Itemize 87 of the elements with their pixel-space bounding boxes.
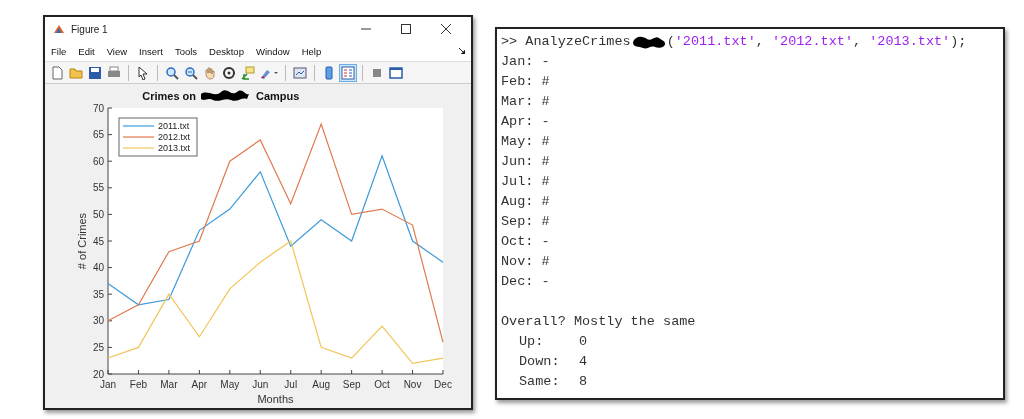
tick-label: 50 — [92, 208, 104, 220]
command-name: AnalyzeCrimes — [525, 33, 631, 51]
output-line: May: # — [501, 133, 550, 151]
count-label: Same: — [519, 373, 561, 391]
punctuation: ); — [950, 33, 967, 51]
folder-icon[interactable] — [69, 65, 83, 80]
menu-item[interactable]: Window — [255, 45, 290, 57]
punctuation: , — [853, 33, 863, 51]
punctuation: , — [755, 33, 765, 51]
legend-label: 2013.txt — [158, 143, 191, 153]
pointer-icon[interactable] — [136, 65, 150, 80]
output-line: Oct: - — [501, 233, 550, 251]
output-line: Nov: # — [501, 253, 550, 271]
tick-label: Sep — [342, 379, 361, 390]
tick-label: 65 — [92, 129, 104, 141]
tick-label: Oct — [374, 379, 390, 390]
close-icon[interactable] — [441, 24, 451, 35]
output-line: Overall? Mostly the same — [501, 313, 696, 331]
zoom-in-icon[interactable] — [165, 65, 179, 80]
count-label: Down: — [519, 353, 561, 371]
tick-label: Jul — [284, 379, 298, 390]
axis-label: # of Crimes — [76, 212, 88, 270]
link-plot-icon[interactable] — [293, 65, 307, 80]
tick-label: May — [220, 379, 240, 390]
prompt: >> — [501, 33, 519, 51]
menu-item[interactable]: File — [51, 45, 67, 57]
output-line: Jan: - — [501, 53, 550, 71]
menu-item[interactable]: Help — [301, 45, 322, 57]
legend-icon[interactable] — [341, 65, 355, 80]
tick-label: 35 — [92, 288, 104, 300]
data-cursor-icon[interactable] — [241, 65, 255, 80]
tick-label: 25 — [92, 341, 104, 353]
chart-title: Campus — [256, 90, 300, 102]
axis-label: Months — [257, 393, 294, 405]
tick-label: 55 — [92, 182, 104, 194]
menu-item[interactable]: Edit — [78, 45, 95, 57]
tick-label: Jan — [99, 379, 117, 390]
tick-label: Dec — [434, 379, 452, 390]
tick-label: Feb — [129, 379, 148, 390]
menu-item[interactable]: View — [106, 45, 128, 57]
tick-label: Aug — [312, 379, 331, 390]
count-value: 4 — [579, 353, 588, 371]
window-icon[interactable] — [389, 65, 403, 80]
output-line: Apr: - — [501, 113, 550, 131]
output-line: Aug: # — [501, 193, 550, 211]
chart-title: Crimes on — [142, 90, 196, 102]
window-title: Figure 1 — [71, 23, 109, 35]
redaction-mark — [630, 34, 667, 50]
redaction-mark — [201, 90, 249, 101]
legend-label: 2011.txt — [158, 121, 190, 131]
output-line: Sep: # — [501, 213, 550, 231]
hand-icon[interactable] — [203, 65, 217, 80]
colorbar-icon[interactable] — [322, 65, 336, 80]
tick-label: Nov — [403, 379, 422, 390]
tick-label: 40 — [92, 262, 104, 274]
output-line: Feb: # — [501, 73, 550, 91]
punctuation: ( — [666, 33, 675, 51]
tick-label: 30 — [92, 315, 104, 327]
menu-item[interactable]: Desktop — [209, 45, 244, 57]
count-value: 8 — [579, 373, 588, 391]
string-argument: '2011.txt' — [674, 33, 756, 51]
app-icon — [53, 23, 65, 36]
new-file-icon[interactable] — [50, 65, 64, 80]
string-argument: '2012.txt' — [771, 33, 853, 51]
tick-label: Jun — [252, 379, 269, 390]
output-line: Jun: # — [501, 153, 550, 171]
maximize-icon[interactable] — [401, 24, 411, 35]
tick-label: Apr — [191, 379, 208, 390]
tick-label: 70 — [92, 102, 104, 114]
count-value: 0 — [579, 333, 588, 351]
output-line: Dec: - — [501, 273, 550, 291]
menu-item[interactable]: Insert — [139, 45, 163, 57]
output-line: Mar: # — [501, 93, 550, 111]
tick-label: 20 — [92, 368, 104, 380]
zoom-out-icon[interactable] — [184, 65, 198, 80]
arrow-icon[interactable] — [459, 48, 465, 55]
rotate-icon[interactable] — [222, 65, 236, 80]
tick-label: Mar — [160, 379, 178, 390]
tick-label: 60 — [92, 155, 104, 167]
tick-label: 45 — [92, 235, 104, 247]
string-argument: '2013.txt' — [869, 33, 951, 51]
legend-label: 2012.txt — [158, 132, 191, 142]
menu-item[interactable]: Tools — [174, 45, 198, 57]
print-icon[interactable] — [107, 65, 121, 80]
save-icon[interactable] — [88, 65, 102, 80]
count-label: Up: — [519, 333, 545, 351]
output-line: Jul: # — [501, 173, 550, 191]
